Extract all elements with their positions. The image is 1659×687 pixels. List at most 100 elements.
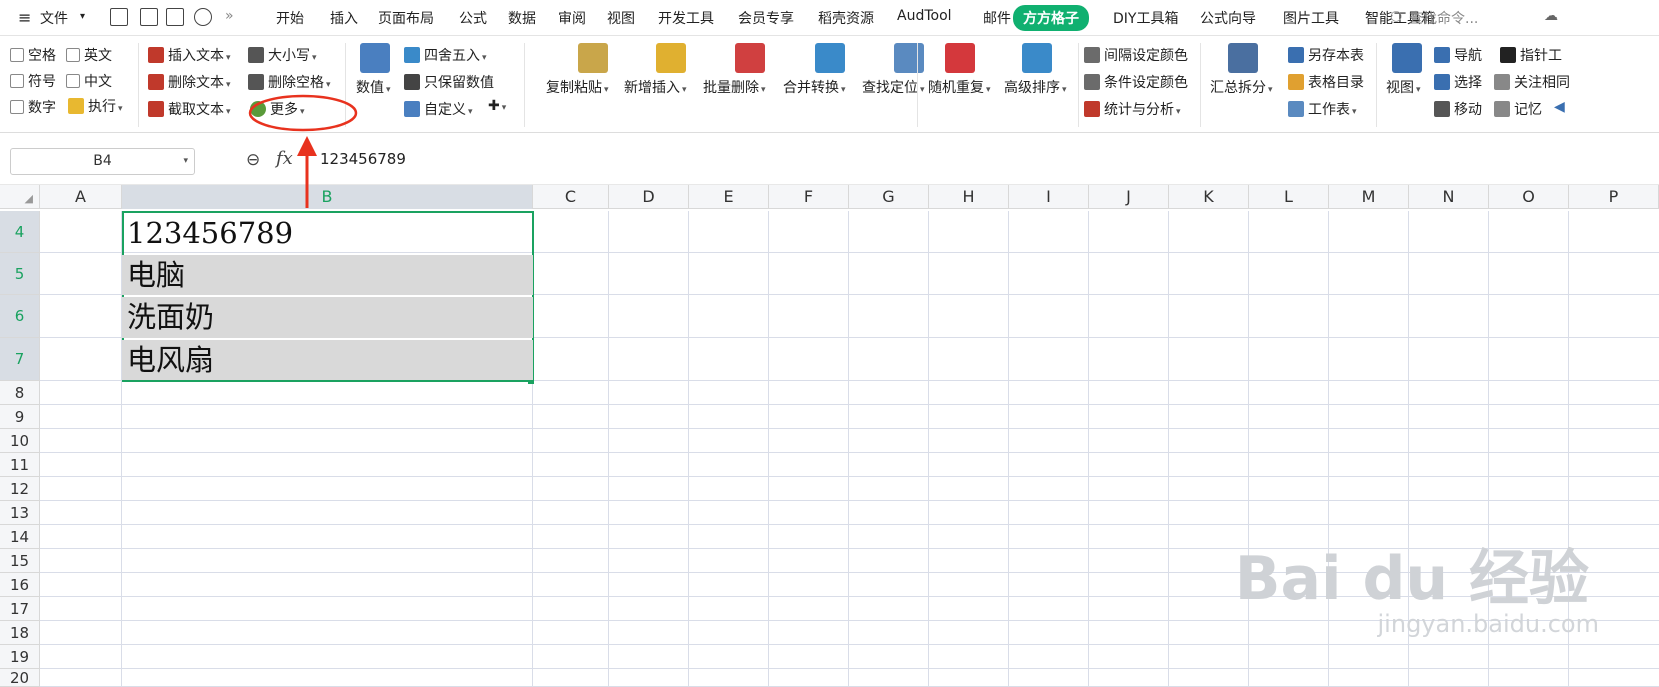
tab-2[interactable]: 页面布局: [378, 8, 434, 28]
chevron-down-icon[interactable]: ▾: [80, 11, 85, 22]
column-header-D[interactable]: D: [609, 185, 689, 209]
column-header-J[interactable]: J: [1089, 185, 1169, 209]
tab-9[interactable]: 稻壳资源: [818, 8, 874, 28]
tab-14[interactable]: 公式向导: [1200, 8, 1256, 28]
random-repeat-button[interactable]: 随机重复 ▾: [928, 77, 991, 97]
checkbox-symbol[interactable]: 符号: [10, 71, 56, 91]
checkbox-chinese[interactable]: 中文: [66, 71, 112, 91]
tab-1[interactable]: 插入: [330, 8, 358, 28]
follow-same-button[interactable]: 关注相同: [1494, 72, 1570, 92]
row-header-11[interactable]: 11: [0, 453, 40, 477]
checkbox-space[interactable]: 空格: [10, 45, 56, 65]
tab-0[interactable]: 开始: [276, 8, 304, 28]
select-button[interactable]: 选择: [1434, 72, 1482, 92]
hamburger-icon[interactable]: ≡: [18, 8, 31, 27]
cell-b7[interactable]: 电风扇: [122, 340, 533, 380]
column-header-L[interactable]: L: [1249, 185, 1329, 209]
row-header-5[interactable]: 5: [0, 253, 40, 295]
tab-10[interactable]: AudTool: [897, 8, 952, 24]
column-header-A[interactable]: A: [40, 185, 122, 209]
column-header-E[interactable]: E: [689, 185, 769, 209]
big-button-2[interactable]: 批量删除 ▾: [703, 77, 766, 97]
row-header-17[interactable]: 17: [0, 597, 40, 621]
cloud-icon[interactable]: ☁: [1544, 8, 1558, 24]
tab-8[interactable]: 会员专享: [738, 8, 794, 28]
tab-15[interactable]: 图片工具: [1283, 8, 1339, 28]
delete-space-button[interactable]: 删除空格 ▾: [248, 72, 331, 92]
summary-split-button[interactable]: 汇总拆分 ▾: [1210, 77, 1273, 97]
row-header-8[interactable]: 8: [0, 381, 40, 405]
column-header-H[interactable]: H: [929, 185, 1009, 209]
tab-4[interactable]: 数据: [508, 8, 536, 28]
row-header-4[interactable]: 4: [0, 211, 40, 253]
preview-icon[interactable]: [194, 8, 212, 26]
save-icon[interactable]: [110, 8, 128, 26]
column-header-F[interactable]: F: [769, 185, 849, 209]
row-header-15[interactable]: 15: [0, 549, 40, 573]
worksheet-button[interactable]: 工作表 ▾: [1288, 99, 1357, 119]
checkbox-english[interactable]: 英文: [66, 45, 112, 65]
tab-6[interactable]: 视图: [607, 8, 635, 28]
tab-12[interactable]: 方方格子: [1013, 5, 1089, 31]
advanced-sort-button[interactable]: 高级排序 ▾: [1004, 77, 1067, 97]
cell-b6[interactable]: 洗面奶: [122, 297, 533, 338]
nav-button[interactable]: 导航: [1434, 45, 1482, 65]
export-icon[interactable]: [140, 8, 158, 26]
tab-3[interactable]: 公式: [459, 8, 487, 28]
table-toc-button[interactable]: 表格目录: [1288, 72, 1364, 92]
stats-analysis-button[interactable]: 统计与分析 ▾: [1084, 99, 1181, 119]
column-header-K[interactable]: K: [1169, 185, 1249, 209]
tab-11[interactable]: 邮件: [983, 8, 1011, 28]
big-button-4[interactable]: 查找定位 ▾: [862, 77, 925, 97]
case-button[interactable]: 大小写 ▾: [248, 45, 317, 65]
extract-text-button[interactable]: 截取文本 ▾: [148, 99, 231, 119]
tab-7[interactable]: 开发工具: [658, 8, 714, 28]
row-header-16[interactable]: 16: [0, 573, 40, 597]
column-header-N[interactable]: N: [1409, 185, 1489, 209]
row-header-13[interactable]: 13: [0, 501, 40, 525]
checkbox-number[interactable]: 数字: [10, 97, 56, 117]
command-search[interactable]: 查找命令...: [1409, 8, 1478, 28]
insert-text-button[interactable]: 插入文本 ▾: [148, 45, 231, 65]
row-header-19[interactable]: 19: [0, 645, 40, 669]
file-menu[interactable]: 文件: [40, 8, 68, 28]
condition-color-button[interactable]: 条件设定颜色: [1084, 72, 1188, 92]
column-header-O[interactable]: O: [1489, 185, 1569, 209]
row-header-14[interactable]: 14: [0, 525, 40, 549]
add-button[interactable]: ✚ ▾: [488, 98, 506, 114]
row-header-10[interactable]: 10: [0, 429, 40, 453]
column-header-C[interactable]: C: [533, 185, 609, 209]
more-chevron-icon[interactable]: »: [225, 8, 234, 24]
select-all-corner[interactable]: ◢: [0, 185, 40, 209]
row-header-12[interactable]: 12: [0, 477, 40, 501]
big-button-0[interactable]: 复制粘贴 ▾: [546, 77, 609, 97]
column-header-G[interactable]: G: [849, 185, 929, 209]
tab-13[interactable]: DIY工具箱: [1113, 8, 1178, 28]
custom-button[interactable]: 自定义 ▾: [404, 99, 473, 119]
interval-color-button[interactable]: 间隔设定颜色: [1084, 45, 1188, 65]
row-header-18[interactable]: 18: [0, 621, 40, 645]
row-header-20[interactable]: 20: [0, 669, 40, 687]
pointer-tool-button[interactable]: 指针工: [1500, 45, 1562, 65]
cell-b4[interactable]: 123456789: [122, 213, 533, 253]
execute-button[interactable]: 执行 ▾: [68, 96, 123, 116]
big-button-1[interactable]: 新增插入 ▾: [624, 77, 687, 97]
column-header-I[interactable]: I: [1009, 185, 1089, 209]
round-button[interactable]: 四舍五入 ▾: [404, 45, 487, 65]
column-header-M[interactable]: M: [1329, 185, 1409, 209]
column-header-P[interactable]: P: [1569, 185, 1659, 209]
row-header-9[interactable]: 9: [0, 405, 40, 429]
keep-number-button[interactable]: 只保留数值: [404, 72, 494, 92]
cell-b5[interactable]: 电脑: [122, 255, 533, 295]
print-icon[interactable]: [166, 8, 184, 26]
row-header-6[interactable]: 6: [0, 295, 40, 338]
back-icon[interactable]: ◀: [1554, 99, 1565, 115]
view-button[interactable]: 视图 ▾: [1386, 77, 1421, 97]
delete-text-button[interactable]: 删除文本 ▾: [148, 72, 231, 92]
save-sheet-button[interactable]: 另存本表: [1288, 45, 1364, 65]
name-box[interactable]: B4 ▾: [10, 148, 195, 175]
big-button-3[interactable]: 合并转换 ▾: [783, 77, 846, 97]
memory-button[interactable]: 记忆: [1494, 99, 1542, 119]
move-button[interactable]: 移动: [1434, 99, 1482, 119]
row-header-7[interactable]: 7: [0, 338, 40, 381]
